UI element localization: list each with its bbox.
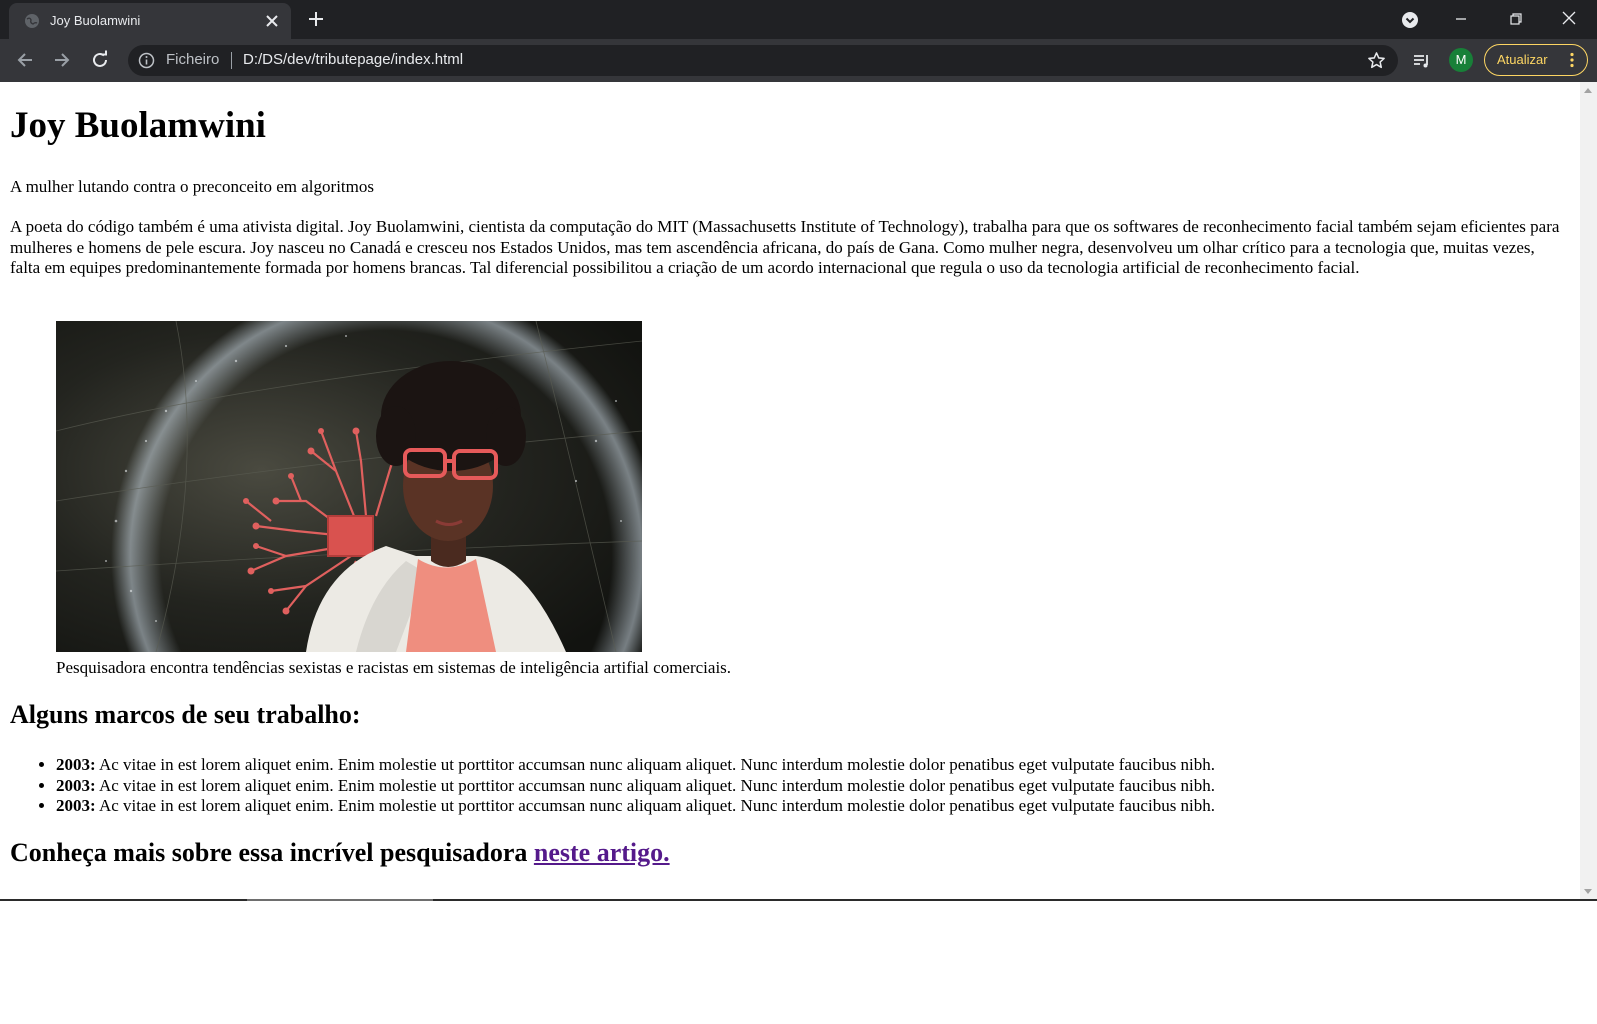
more-info-text: Conheça mais sobre essa incrível pesquis…: [10, 838, 534, 867]
list-item: 2003: Ac vitae in est lorem aliquet enim…: [56, 755, 1215, 776]
tab-strip: Joy Buolamwini: [0, 0, 1597, 39]
update-button[interactable]: Atualizar: [1484, 44, 1588, 76]
bookmark-star-icon[interactable]: [1367, 51, 1386, 70]
reload-icon[interactable]: [89, 49, 111, 71]
globe-icon: [25, 14, 39, 28]
figure-caption: Pesquisadora encontra tendências sexista…: [56, 658, 732, 677]
horizontal-scroll-indicator: [247, 899, 433, 901]
list-item: 2003: Ac vitae in est lorem aliquet enim…: [56, 796, 1215, 817]
back-arrow-icon[interactable]: [14, 49, 36, 71]
article-link[interactable]: neste artigo.: [534, 838, 670, 867]
milestone-year: 2003:: [56, 775, 96, 795]
viewport-bottom-border: [0, 899, 1597, 901]
window-close-icon[interactable]: [1560, 9, 1578, 27]
update-button-label: Atualizar: [1497, 52, 1548, 67]
vertical-scrollbar[interactable]: [1580, 82, 1597, 900]
minimize-icon[interactable]: [1452, 10, 1470, 28]
forward-arrow-icon[interactable]: [51, 49, 73, 71]
intro-paragraph: A poeta do código também é uma ativista …: [10, 217, 1560, 278]
page-title: Joy Buolamwini: [10, 105, 266, 146]
milestone-year: 2003:: [56, 755, 96, 774]
scheme-label: Ficheiro: [166, 51, 220, 68]
page-viewport[interactable]: Joy Buolamwini A mulher lutando contra o…: [0, 82, 1597, 900]
media-control-icon[interactable]: [1412, 51, 1432, 71]
omnibox-divider: [231, 52, 232, 69]
milestone-year: 2003:: [56, 796, 96, 816]
tab-title: Joy Buolamwini: [50, 13, 141, 28]
portrait-image: [56, 321, 642, 652]
milestone-text: Ac vitae in est lorem aliquet enim. Enim…: [95, 755, 1216, 774]
browser-toolbar: Ficheiro D:/DS/dev/tributepage/index.htm…: [0, 39, 1597, 82]
kebab-menu-icon[interactable]: [1569, 52, 1575, 68]
close-tab-icon[interactable]: [265, 14, 279, 28]
profile-avatar[interactable]: M: [1449, 48, 1473, 72]
more-info-heading: Conheça mais sobre essa incrível pesquis…: [10, 838, 670, 868]
figure: Pesquisadora encontra tendências sexista…: [56, 321, 731, 677]
scroll-up-arrow-icon[interactable]: [1584, 88, 1592, 93]
milestone-text: Ac vitae in est lorem aliquet enim. Enim…: [95, 775, 1216, 795]
tab-search-icon[interactable]: [1401, 11, 1419, 29]
info-icon[interactable]: [138, 52, 155, 69]
list-item: 2003: Ac vitae in est lorem aliquet enim…: [56, 776, 1215, 797]
restore-icon[interactable]: [1507, 10, 1525, 28]
new-tab-icon[interactable]: [307, 10, 325, 28]
milestones-list: 2003: Ac vitae in est lorem aliquet enim…: [10, 755, 1215, 817]
milestone-text: Ac vitae in est lorem aliquet enim. Enim…: [95, 796, 1216, 816]
page-subtitle: A mulher lutando contra o preconceito em…: [10, 177, 374, 196]
address-bar[interactable]: Ficheiro D:/DS/dev/tributepage/index.htm…: [128, 45, 1398, 76]
milestones-heading: Alguns marcos de seu trabalho:: [10, 700, 361, 729]
scroll-down-arrow-icon[interactable]: [1584, 889, 1592, 894]
url-text[interactable]: D:/DS/dev/tributepage/index.html: [243, 51, 463, 68]
browser-tab[interactable]: Joy Buolamwini: [9, 3, 291, 39]
